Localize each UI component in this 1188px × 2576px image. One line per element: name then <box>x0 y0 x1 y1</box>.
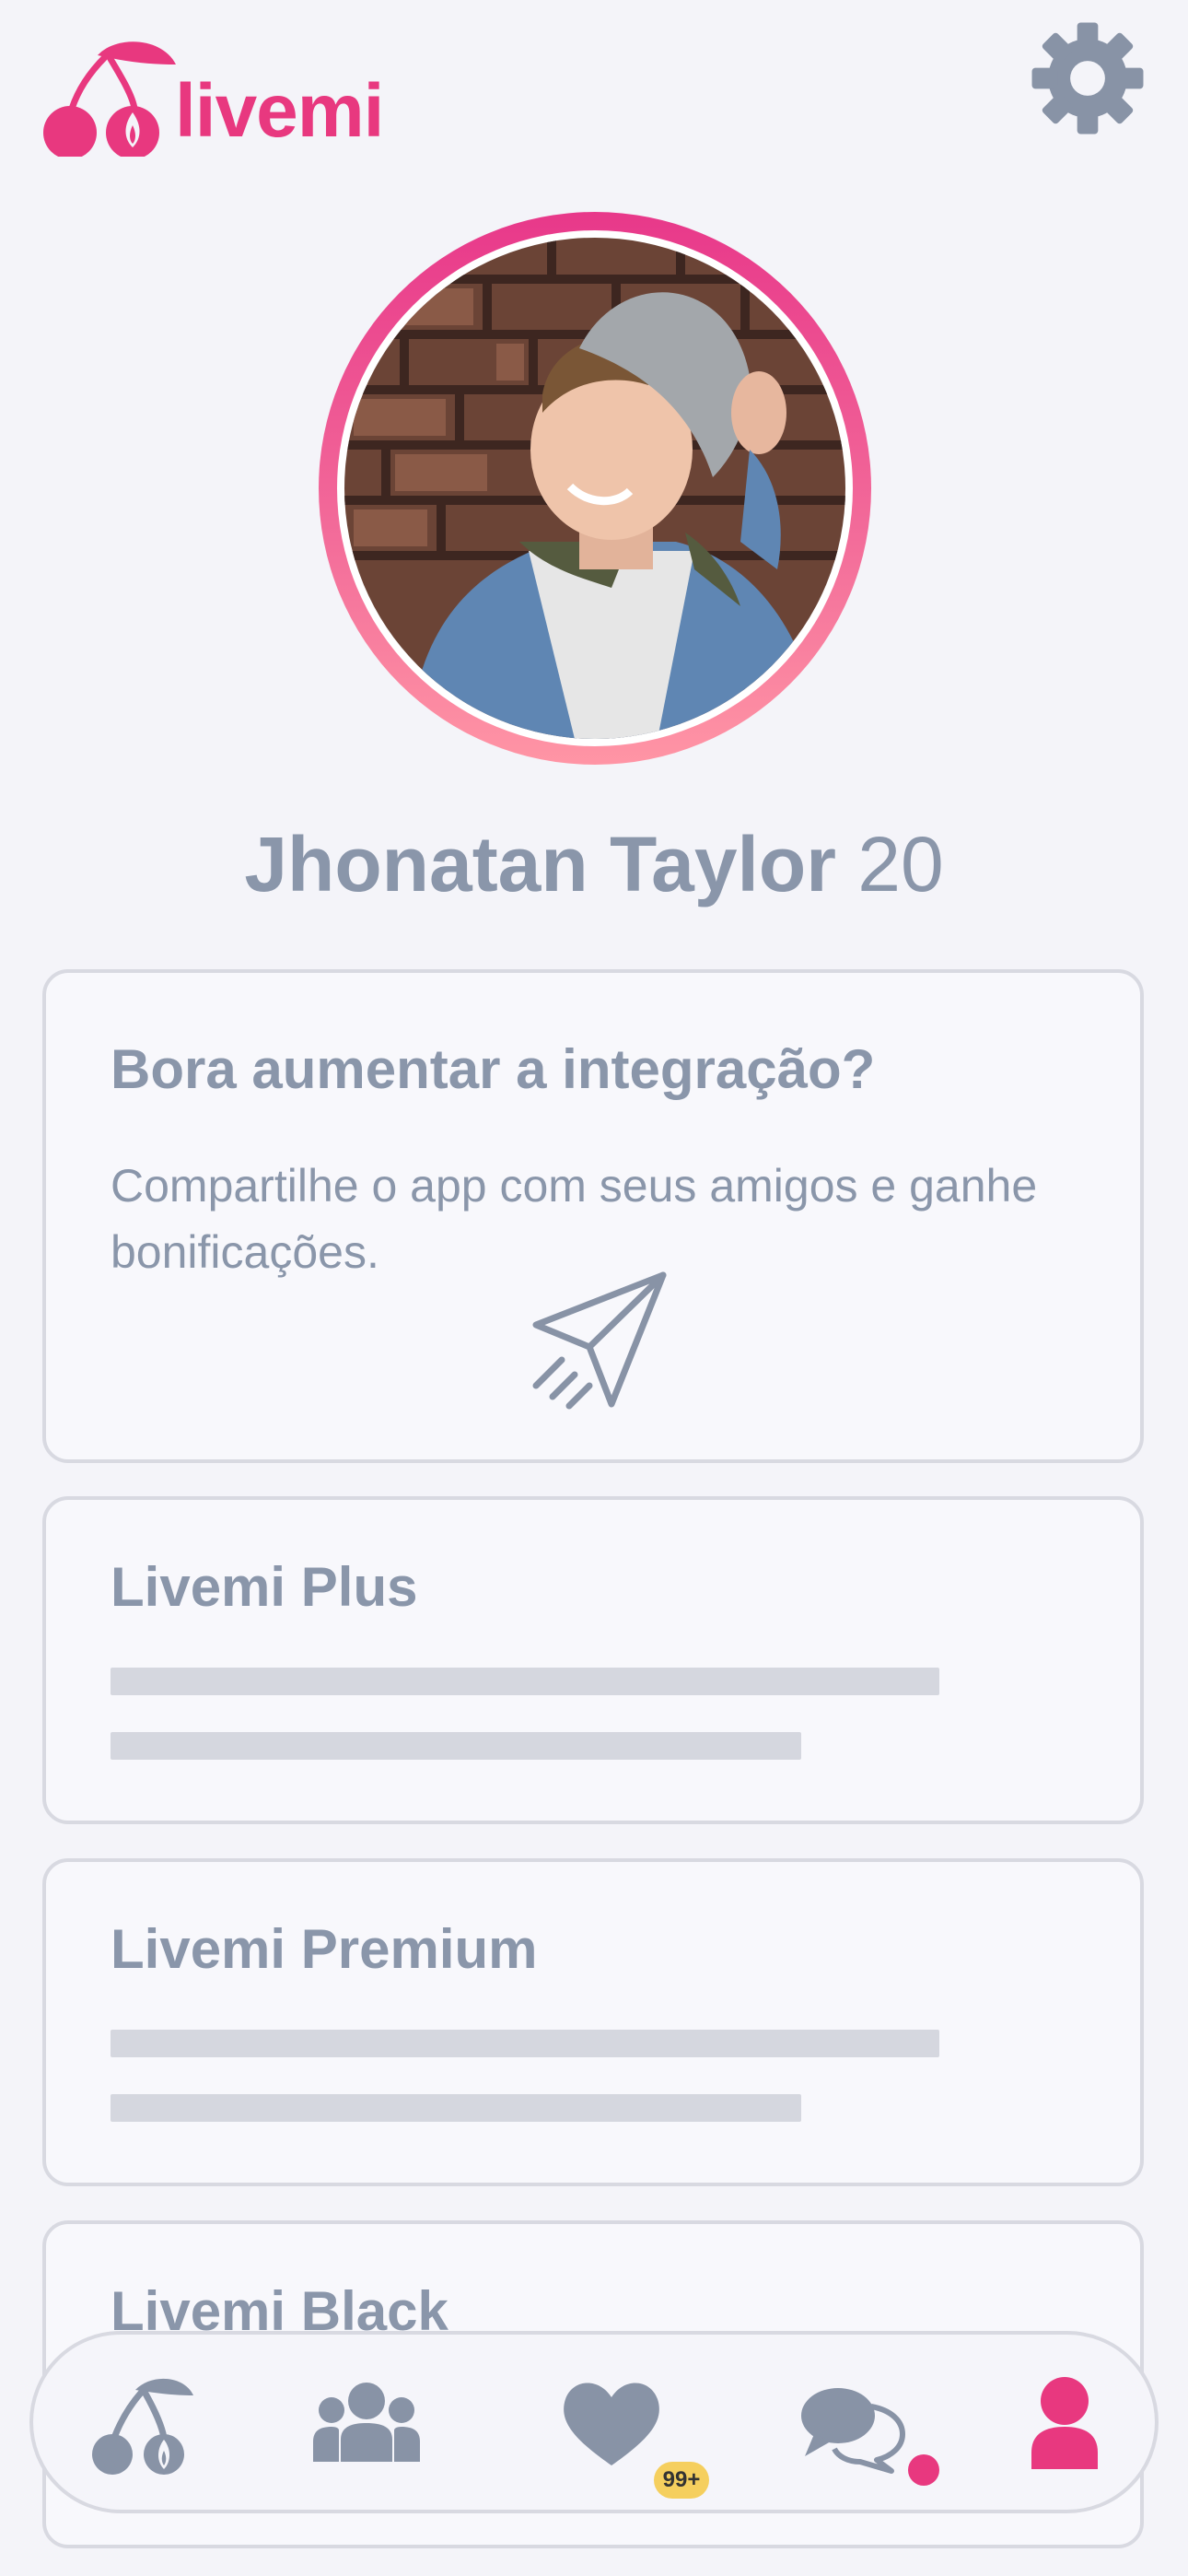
nav-groups[interactable] <box>311 2373 422 2475</box>
app-logo: livemi <box>42 37 392 157</box>
settings-button[interactable] <box>1030 20 1146 136</box>
user-age: 20 <box>857 821 944 907</box>
profile-screen: livemi Jhonatan Taylor 20 Bora aumentar … <box>0 0 1188 2576</box>
bottom-nav: 99+ <box>29 2331 1159 2513</box>
cherry-flame-icon <box>43 41 176 157</box>
share-card-title: Bora aumentar a integração? <box>111 1038 876 1100</box>
heart-icon <box>564 2383 659 2465</box>
user-name: Jhonatan Taylor 20 <box>0 820 1188 909</box>
nav-likes[interactable] <box>556 2373 667 2475</box>
paper-plane-icon <box>532 1271 667 1410</box>
chat-unread-dot <box>908 2454 939 2486</box>
brand-name: livemi <box>175 69 384 153</box>
cherry-icon <box>92 2378 193 2475</box>
group-icon <box>313 2383 420 2462</box>
gear-icon <box>1031 22 1144 135</box>
nav-profile[interactable] <box>1009 2373 1120 2475</box>
plan-card-plus[interactable]: Livemi Plus <box>42 1496 1144 1824</box>
nav-chat[interactable] <box>796 2373 906 2475</box>
avatar[interactable] <box>319 212 871 765</box>
share-card[interactable]: Bora aumentar a integração? Compartilhe … <box>42 969 1144 1463</box>
placeholder-line <box>111 1668 939 1695</box>
chat-icon <box>801 2388 905 2474</box>
plan-card-premium[interactable]: Livemi Premium <box>42 1858 1144 2186</box>
profile-photo <box>344 238 845 739</box>
placeholder-line <box>111 1732 801 1760</box>
plan-premium-title: Livemi Premium <box>111 1918 538 1980</box>
share-card-description: Compartilhe o app com seus amigos e ganh… <box>111 1160 1038 1278</box>
placeholder-line <box>111 2030 939 2057</box>
likes-badge: 99+ <box>654 2462 709 2499</box>
plan-plus-title: Livemi Plus <box>111 1556 418 1618</box>
profile-icon <box>1031 2377 1098 2469</box>
placeholder-line <box>111 2094 801 2122</box>
user-fullname: Jhonatan Taylor <box>244 821 836 907</box>
nav-discover[interactable] <box>85 2373 195 2475</box>
